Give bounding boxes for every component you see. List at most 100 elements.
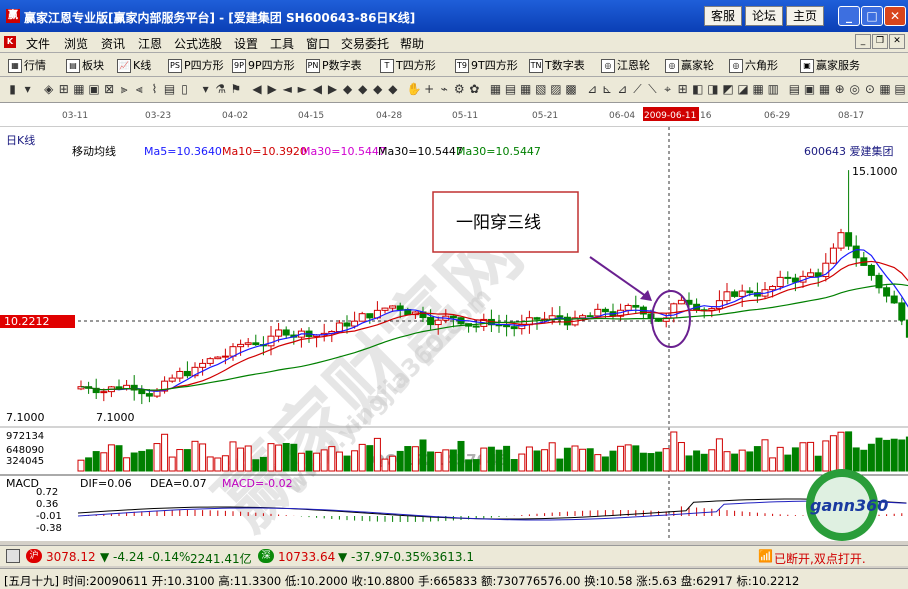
volume-bar [837, 431, 845, 472]
candle-body [168, 377, 176, 382]
toolbar-kline-icon-2[interactable]: 📈 K线 [117, 57, 151, 73]
draw-tool-56-icon[interactable]: ▤ [892, 81, 908, 98]
menu-news[interactable]: 资讯 [101, 35, 125, 52]
connection-status[interactable]: 已断开,双点打开. [774, 550, 866, 567]
candle-body [837, 232, 845, 249]
volume-bar [221, 455, 229, 472]
chart-icon[interactable] [6, 549, 20, 563]
menu-trade[interactable]: 交易委托 [341, 35, 389, 52]
volume-bar [518, 453, 526, 472]
ma-legend-3: Ma30=10.5447 [378, 145, 463, 158]
toolbar-wheel-icon-10[interactable]: ◎ 赢家轮 [665, 57, 714, 73]
volume-bar [632, 445, 640, 472]
candle-body [890, 295, 898, 304]
candle-body [267, 335, 275, 347]
toolbar-tn-8[interactable]: TN T数字表 [529, 57, 585, 73]
date-tick: 06-04 [609, 111, 635, 121]
volume-bar [487, 446, 495, 472]
mdi-minimize-icon[interactable]: _ [855, 34, 871, 49]
volume-bar [791, 447, 799, 472]
macd-tick: -0.38 [36, 523, 62, 534]
tool-pn-icon: PN [306, 59, 320, 73]
menu-browse[interactable]: 浏览 [64, 35, 88, 52]
volume-bar [92, 451, 100, 472]
candle-body [396, 305, 404, 311]
tool-t9-icon: T9 [455, 59, 469, 73]
antenna-icon: 📶 [758, 549, 773, 563]
candle-body [829, 247, 837, 264]
close-icon[interactable]: ✕ [884, 6, 906, 26]
candle-body [731, 291, 739, 297]
volume-bar [472, 459, 480, 472]
menu-settings[interactable]: 设置 [234, 35, 258, 52]
menu-window[interactable]: 窗口 [306, 35, 330, 52]
panel-label: 日K线 [6, 133, 35, 147]
candle-body [601, 308, 609, 313]
candle-body [883, 287, 891, 297]
volume-bar [335, 451, 343, 472]
volume-bar [434, 451, 442, 472]
volume-bar [244, 445, 252, 472]
maximize-icon[interactable]: □ [861, 6, 883, 26]
mdi-close-icon[interactable]: ✕ [889, 34, 905, 49]
candle-body [807, 272, 815, 277]
volume-bar [586, 448, 594, 472]
volume-bar [503, 445, 511, 472]
volume-bar [563, 447, 571, 472]
candle-body [594, 308, 602, 317]
mdi-restore-icon[interactable]: ❐ [872, 34, 888, 49]
volume-bar [305, 450, 313, 472]
macd-title: MACD [6, 477, 39, 490]
home-button[interactable]: 主页 [786, 6, 824, 26]
candle-body [237, 343, 245, 348]
sz-index-amount: 3613.1 [432, 550, 474, 564]
draw-tool-48-icon[interactable]: ▥ [765, 81, 782, 98]
draw-tool-1-icon[interactable]: ▾ [19, 81, 36, 98]
kline-chart[interactable]: 赢家财富网www.yingjia360.comQQ:1721457646日K线移… [0, 127, 908, 541]
candle-body [282, 329, 290, 336]
candle-body [434, 319, 442, 326]
forum-button[interactable]: 论坛 [745, 6, 783, 26]
toolbar-sector-icon-1[interactable]: ▤ 板块 [66, 57, 104, 73]
candle-body [556, 315, 564, 318]
toolbar-wheel-icon-9[interactable]: ◎ 江恩轮 [601, 57, 650, 73]
ma-legend-2: Ma30=10.5447 [301, 145, 386, 158]
toolbar-ps-3[interactable]: PS P四方形 [168, 57, 224, 73]
candle-body [427, 317, 435, 326]
hexagon-icon: ◎ [729, 59, 743, 73]
customer-service-button[interactable]: 客服 [704, 6, 742, 26]
volume-bar [738, 449, 746, 472]
date-tick: 03-23 [145, 111, 171, 121]
volume-bar [161, 433, 169, 472]
toolbar-pn-5[interactable]: PN P数字表 [306, 57, 362, 73]
draw-tool-11-icon[interactable]: ▯ [176, 81, 193, 98]
toolbar-quote-icon-0[interactable]: ▦ 行情 [8, 57, 46, 73]
candle-body [244, 342, 252, 345]
date-tick: 05-11 [452, 111, 478, 121]
menu-formula[interactable]: 公式选股 [174, 35, 222, 52]
candle-body [738, 290, 746, 297]
volume-bar [389, 455, 397, 472]
draw-tool-35-icon[interactable]: ▩ [563, 81, 580, 98]
draw-tool-24-icon[interactable]: ◆ [384, 81, 401, 98]
volume-bar [85, 457, 93, 472]
menu-file[interactable]: 文件 [26, 35, 50, 52]
wheel-icon: ◎ [665, 59, 679, 73]
draw-tool-29-icon[interactable]: ✿ [466, 81, 483, 98]
toolbar-t-6[interactable]: T T四方形 [380, 57, 436, 73]
candle-body [898, 302, 906, 321]
toolbar-t9-7[interactable]: T9 9T四方形 [455, 57, 518, 73]
menu-gann[interactable]: 江恩 [138, 35, 162, 52]
menu-help[interactable]: 帮助 [400, 35, 424, 52]
window-title: 赢家江恩专业版[赢家内部服务平台] - [爱建集团 SH600643-86日K线… [24, 11, 416, 25]
volume-bar [510, 459, 518, 472]
menu-tools[interactable]: 工具 [270, 35, 294, 52]
volume-bar [275, 444, 283, 472]
toolbar-hexagon-icon-11[interactable]: ◎ 六角形 [729, 57, 778, 73]
draw-tool-14-icon[interactable]: ⚑ [227, 81, 244, 98]
minimize-icon[interactable]: _ [838, 6, 860, 26]
toolbar-9p-4[interactable]: 9P 9P四方形 [232, 57, 295, 73]
toolbar-service-icon-12[interactable]: ▣ 赢家服务 [800, 57, 860, 73]
candle-body [845, 232, 853, 247]
volume-bar [875, 437, 883, 472]
